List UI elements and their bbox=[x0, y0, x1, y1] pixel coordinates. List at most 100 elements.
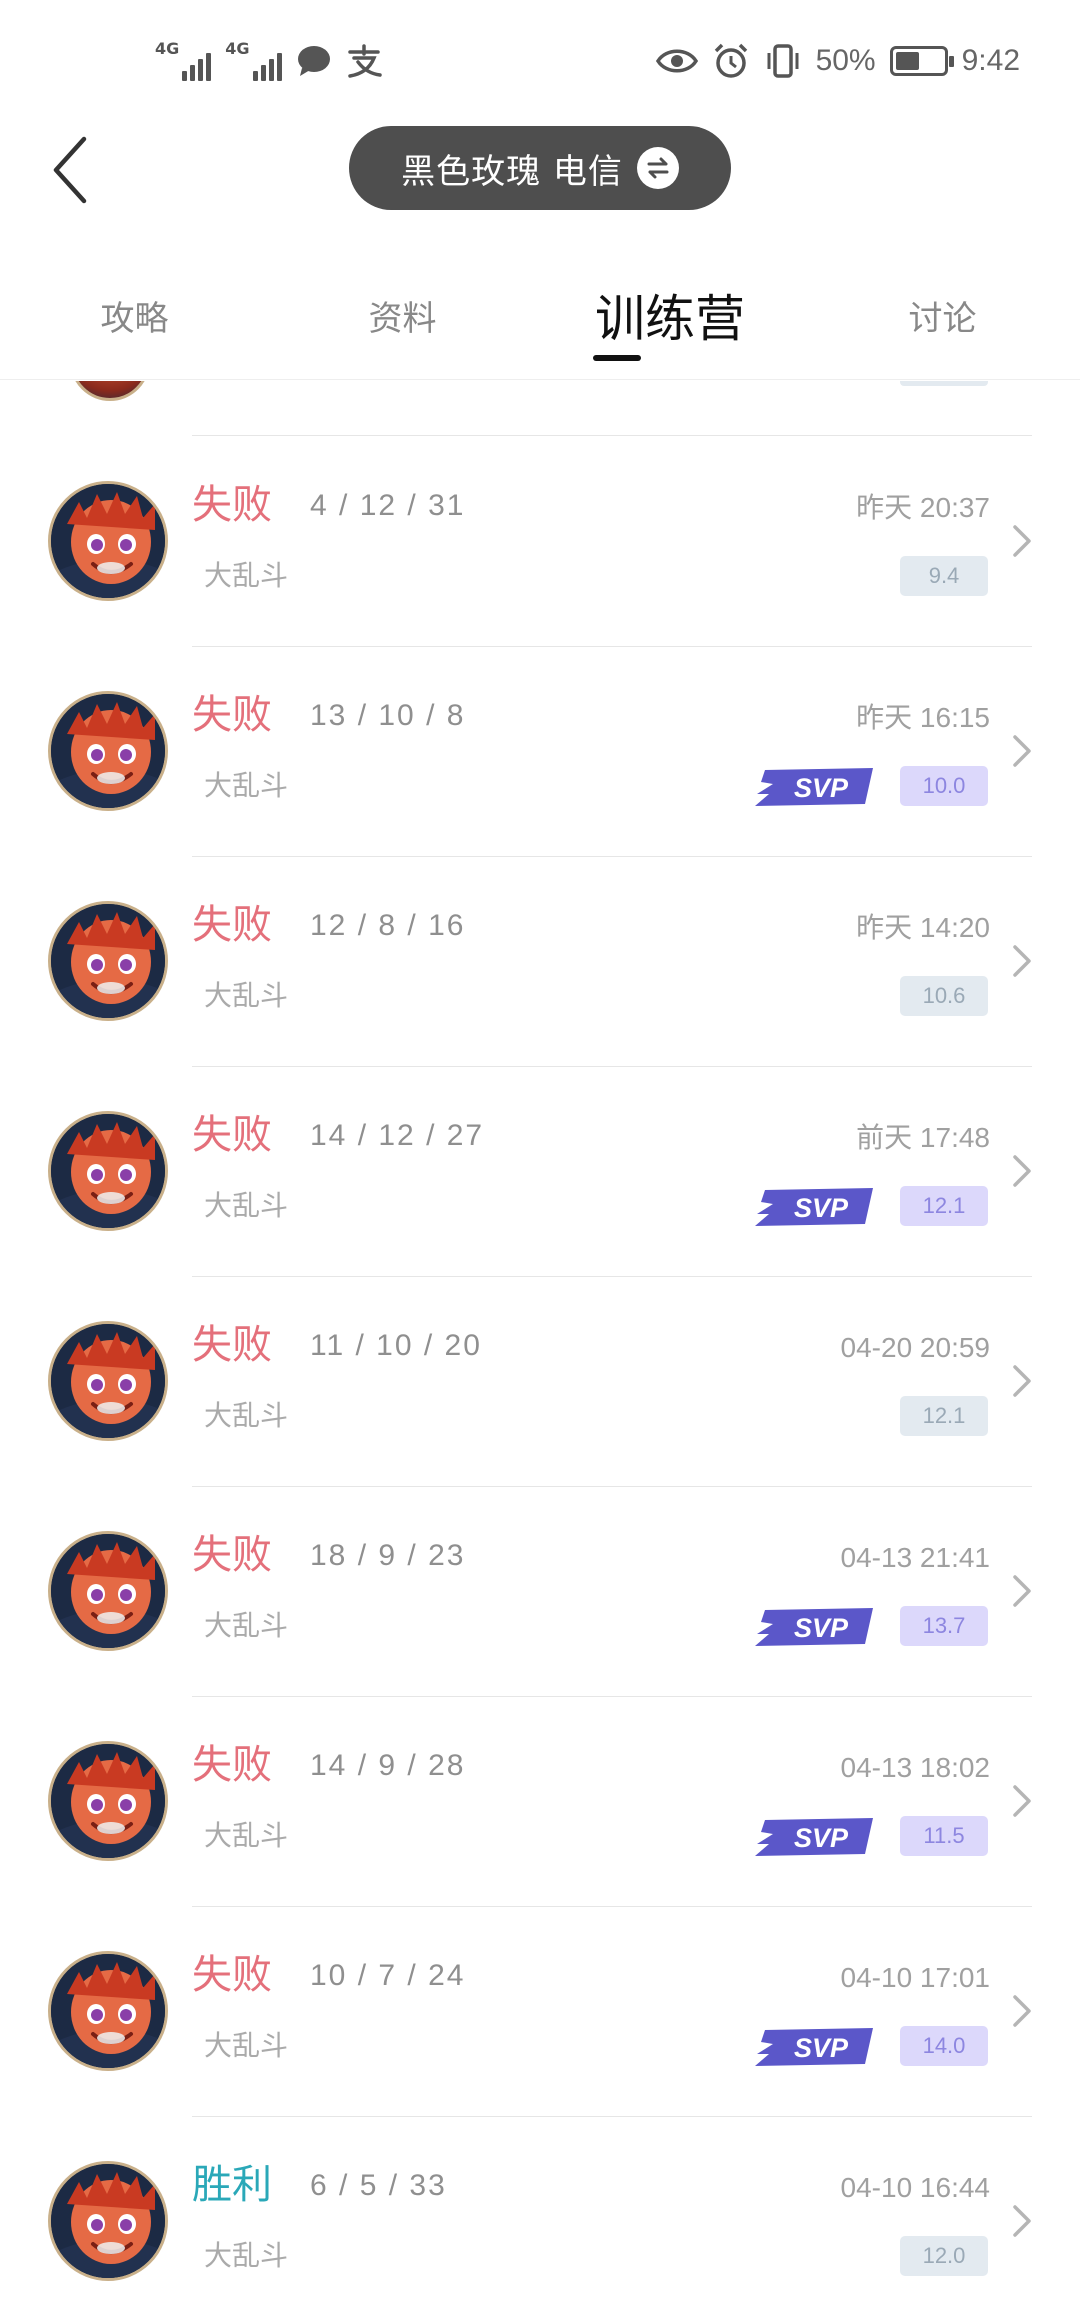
game-mode: 大乱斗 bbox=[204, 2029, 289, 2062]
match-row[interactable]: 胜利 6 / 5 / 33 大乱斗 04-10 16:44 12.0 bbox=[0, 2116, 1080, 2310]
match-row[interactable]: 失败 12 / 8 / 16 大乱斗 昨天 14:20 10.6 bbox=[0, 856, 1080, 1066]
avatar bbox=[70, 381, 150, 401]
tab-strategy[interactable]: 攻略 bbox=[72, 280, 197, 350]
game-mode: 大乱斗 bbox=[204, 559, 289, 592]
message-bubble-icon bbox=[297, 46, 330, 76]
score-badge: 12.0 bbox=[900, 2236, 988, 2276]
match-result: 失败 bbox=[192, 1952, 272, 1998]
tab-bar: 攻略 资料 训练营 讨论 bbox=[0, 250, 1080, 380]
kda-text: 13 / 10 / 8 bbox=[310, 699, 466, 732]
chevron-right-icon bbox=[1010, 1574, 1034, 1608]
score-badge: 11.5 bbox=[900, 1816, 988, 1856]
chevron-right-icon bbox=[1010, 1994, 1034, 2028]
score-badge: 14.0 bbox=[900, 2026, 988, 2066]
avatar bbox=[48, 1321, 168, 1441]
svp-badge: SVP bbox=[755, 764, 873, 808]
match-row[interactable]: 失败 4 / 12 / 31 大乱斗 昨天 20:37 9.4 bbox=[0, 436, 1080, 646]
game-mode: 大乱斗 bbox=[204, 979, 289, 1012]
svp-text: SVP bbox=[794, 773, 849, 803]
match-row[interactable]: 失败 11 / 10 / 20 大乱斗 04-20 20:59 12.1 bbox=[0, 1276, 1080, 1486]
game-mode: 大乱斗 bbox=[204, 1819, 289, 1852]
match-result: 失败 bbox=[192, 692, 272, 738]
tab-discussion[interactable]: 讨论 bbox=[880, 280, 1005, 350]
active-tab-indicator bbox=[593, 355, 641, 361]
chevron-right-icon bbox=[1010, 524, 1034, 558]
chevron-right-icon bbox=[1010, 2204, 1034, 2238]
match-time: 04-13 18:02 bbox=[840, 1752, 990, 1783]
kda-text: 10 / 7 / 24 bbox=[310, 1959, 466, 1992]
list-item[interactable] bbox=[0, 381, 1080, 436]
match-result: 失败 bbox=[192, 1322, 272, 1368]
match-row[interactable]: 失败 14 / 9 / 28 大乱斗 04-13 18:02 SVP 11.5 bbox=[0, 1696, 1080, 1906]
svp-text: SVP bbox=[794, 1193, 849, 1223]
chevron-right-icon bbox=[1010, 944, 1034, 978]
kda-text: 14 / 12 / 27 bbox=[310, 1119, 485, 1152]
tab-profile[interactable]: 资料 bbox=[340, 280, 465, 350]
battery-percent: 50% bbox=[815, 44, 876, 77]
kda-text: 14 / 9 / 28 bbox=[310, 1749, 466, 1782]
kda-text: 6 / 5 / 33 bbox=[310, 2169, 447, 2202]
back-button[interactable] bbox=[40, 132, 100, 208]
match-time: 04-20 20:59 bbox=[840, 1332, 990, 1363]
score-badge: 12.1 bbox=[900, 1396, 988, 1436]
account-name: 黑色玫瑰 电信 bbox=[401, 151, 623, 192]
score-badge: 12.1 bbox=[900, 1186, 988, 1226]
match-result: 失败 bbox=[192, 1112, 272, 1158]
game-mode: 大乱斗 bbox=[204, 2239, 289, 2272]
match-time: 04-10 16:44 bbox=[840, 2172, 990, 2203]
match-result: 失败 bbox=[192, 482, 272, 528]
game-mode: 大乱斗 bbox=[204, 1609, 289, 1642]
battery-fill bbox=[895, 52, 919, 70]
match-time: 昨天 20:37 bbox=[856, 492, 990, 523]
signal-icon: 4G bbox=[225, 41, 282, 81]
alipay-icon bbox=[347, 44, 382, 78]
game-mode: 大乱斗 bbox=[204, 1399, 289, 1432]
status-right: 50% 9:42 bbox=[655, 38, 1020, 84]
kda-text: 12 / 8 / 16 bbox=[310, 909, 466, 942]
chevron-left-icon bbox=[53, 136, 87, 204]
avatar bbox=[48, 2161, 168, 2281]
match-time: 昨天 16:15 bbox=[856, 702, 990, 733]
kda-text: 11 / 10 / 20 bbox=[310, 1329, 482, 1362]
score-badge: 10.0 bbox=[900, 766, 988, 806]
chevron-right-icon bbox=[1010, 734, 1034, 768]
svp-text: SVP bbox=[794, 1823, 849, 1853]
avatar bbox=[48, 1111, 168, 1231]
game-mode: 大乱斗 bbox=[204, 769, 289, 802]
tab-training-camp[interactable]: 训练营 bbox=[570, 280, 770, 350]
avatar bbox=[48, 1741, 168, 1861]
score-badge: 9.4 bbox=[900, 556, 988, 596]
chevron-right-icon bbox=[1010, 1154, 1034, 1188]
chevron-right-icon bbox=[1010, 1364, 1034, 1398]
score-badge bbox=[900, 381, 988, 386]
match-time: 昨天 14:20 bbox=[856, 912, 990, 943]
match-time: 04-10 17:01 bbox=[840, 1962, 990, 1993]
eye-icon bbox=[655, 49, 698, 73]
match-row[interactable]: 失败 18 / 9 / 23 大乱斗 04-13 21:41 SVP 13.7 bbox=[0, 1486, 1080, 1696]
match-list[interactable]: 失败 4 / 12 / 31 大乱斗 昨天 20:37 9.4 失败 13 / 10 / 8… bbox=[0, 381, 1080, 2310]
chevron-right-icon bbox=[1010, 1784, 1034, 1818]
score-badge: 13.7 bbox=[900, 1606, 988, 1646]
svp-text: SVP bbox=[794, 1613, 849, 1643]
account-switcher[interactable]: 黑色玫瑰 电信 bbox=[349, 126, 731, 210]
match-time: 前天 17:48 bbox=[856, 1122, 990, 1153]
avatar bbox=[48, 901, 168, 1021]
match-time: 04-13 21:41 bbox=[840, 1542, 990, 1573]
match-row[interactable]: 失败 10 / 7 / 24 大乱斗 04-10 17:01 SVP 14.0 bbox=[0, 1906, 1080, 2116]
svp-badge: SVP bbox=[755, 1604, 873, 1648]
score-badge: 10.6 bbox=[900, 976, 988, 1016]
signal-icon: 4G bbox=[155, 39, 212, 81]
match-result: 失败 bbox=[192, 1742, 272, 1788]
swap-icon bbox=[636, 147, 679, 189]
match-row[interactable]: 失败 14 / 12 / 27 大乱斗 前天 17:48 SVP 12.1 bbox=[0, 1066, 1080, 1276]
network-type-1: 4G bbox=[155, 39, 180, 58]
match-result: 胜利 bbox=[192, 2162, 272, 2208]
battery-icon bbox=[889, 46, 954, 76]
kda-text: 18 / 9 / 23 bbox=[310, 1539, 466, 1572]
avatar bbox=[48, 1531, 168, 1651]
avatar bbox=[48, 691, 168, 811]
game-mode: 大乱斗 bbox=[204, 1189, 289, 1222]
match-row[interactable]: 失败 13 / 10 / 8 大乱斗 昨天 16:15 SVP 10.0 bbox=[0, 646, 1080, 856]
avatar bbox=[48, 1951, 168, 2071]
header: 黑色玫瑰 电信 bbox=[0, 120, 1080, 220]
